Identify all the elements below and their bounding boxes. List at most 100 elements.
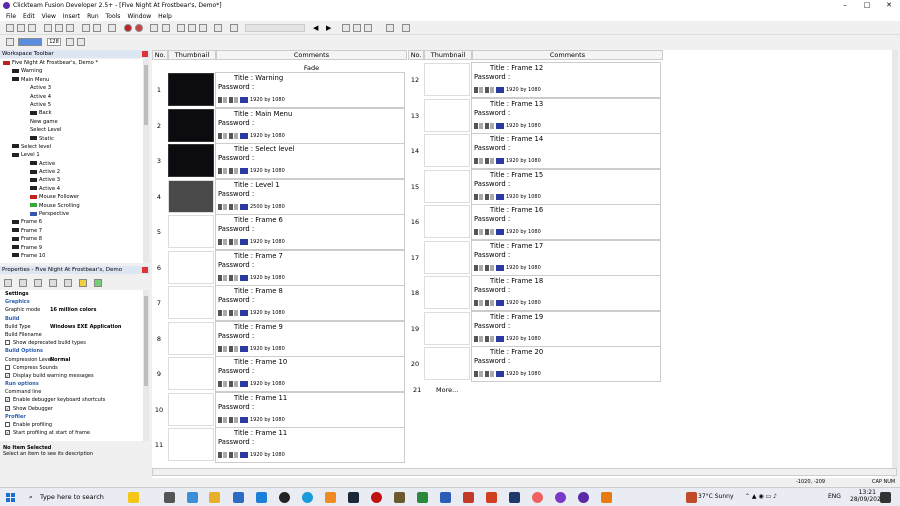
transition-icon[interactable] [234, 203, 238, 210]
frame-resolution[interactable]: 1920 by 1080 [250, 417, 285, 423]
frame-title[interactable]: Title : Warning [234, 74, 283, 82]
tree-item[interactable]: Mouse Scrolling [0, 202, 143, 210]
frame-info[interactable]: Title : Frame 11 Password : 1920 by 1080 [215, 427, 405, 463]
tree-item[interactable]: Warning [0, 67, 143, 75]
frame-info[interactable]: Title : Frame 7 Password : 1920 by 1080 [215, 249, 405, 286]
transition-icon[interactable] [490, 335, 494, 342]
frame-thumbnail[interactable] [424, 169, 470, 203]
find-icon[interactable] [108, 24, 116, 32]
frame-size-icon[interactable] [240, 132, 248, 139]
storyboard-row[interactable]: 11 Title : Frame 11 Password : 1920 by 1080 [152, 427, 408, 463]
frame-thumbnail[interactable] [168, 144, 214, 177]
frame-resolution[interactable]: 1920 by 1080 [250, 310, 285, 316]
frame-size-icon[interactable] [496, 158, 504, 164]
frame-title[interactable]: Title : Frame 9 [234, 323, 283, 331]
frame-thumbnail[interactable] [424, 240, 470, 274]
frame-thumbnail[interactable] [424, 276, 470, 309]
close-panel-icon[interactable] [142, 51, 148, 57]
tab-settings-icon[interactable] [4, 279, 12, 287]
transition-icon[interactable] [490, 193, 494, 200]
snap-icon[interactable] [353, 24, 361, 32]
tree-item[interactable]: Frame 9 [0, 244, 143, 252]
transition-icon[interactable] [234, 168, 238, 174]
frame-password[interactable]: Password : [218, 367, 254, 375]
frame-password[interactable]: Password : [474, 109, 510, 117]
frame-info[interactable]: Title : Frame 12 Password : 1920 by 1080 [471, 62, 661, 98]
transition-icon[interactable] [479, 264, 483, 271]
frame-title[interactable]: Title : Frame 15 [490, 171, 543, 179]
vlc-icon[interactable] [601, 492, 612, 503]
frame-password[interactable]: Password : [218, 225, 254, 233]
view-toggle-icon[interactable] [66, 38, 74, 46]
transition-icon[interactable] [490, 264, 494, 271]
edge-icon[interactable] [187, 492, 198, 503]
transition-icon[interactable] [479, 122, 483, 129]
task-view-icon[interactable] [164, 492, 175, 503]
key-icon[interactable] [6, 38, 14, 46]
tree-item[interactable]: Active 3 [0, 84, 143, 92]
language-indicator[interactable]: ENG [828, 493, 841, 500]
storyboard-row[interactable]: 3 Title : Select level Password : 1920 by 1… [152, 143, 408, 179]
tab-about-icon[interactable] [79, 279, 87, 287]
open-folder-icon[interactable] [17, 24, 25, 32]
frame-password[interactable]: Password : [218, 261, 254, 269]
frame-info[interactable]: Title : Frame 19 Password : 1920 by 1080 [471, 310, 661, 347]
transition-icon[interactable] [479, 229, 483, 235]
storyboard-hscrollbar[interactable] [152, 468, 897, 476]
transition-icon[interactable] [479, 335, 483, 342]
fade-in-icon[interactable] [474, 264, 478, 271]
fade-in-icon[interactable] [474, 300, 478, 306]
frame-thumbnail[interactable] [424, 205, 470, 238]
checkbox[interactable] [5, 422, 10, 427]
property-row[interactable]: Command line [0, 388, 143, 396]
tree-item[interactable]: Active 4 [0, 93, 143, 101]
frame-editor-icon[interactable] [177, 24, 185, 32]
frame-title[interactable]: Title : Main Menu [234, 110, 292, 118]
frame-size-icon[interactable] [496, 371, 504, 377]
frame-info[interactable]: Title : Frame 9 Password : 1920 by 1080 [215, 320, 405, 357]
fade-out-icon[interactable] [229, 381, 233, 387]
storyboard-row[interactable]: 5 Title : Frame 6 Password : 1920 by 1080 [152, 214, 408, 250]
property-row[interactable]: Graphic mode 16 million colors [0, 306, 143, 314]
frame-thumbnail[interactable] [424, 311, 470, 345]
transition-icon[interactable] [223, 203, 227, 210]
transition-icon[interactable] [223, 168, 227, 174]
fade-in-icon[interactable] [218, 345, 222, 352]
storyboard-row[interactable]: 1 Title : Warning Password : 1920 by 1080 [152, 72, 408, 108]
storyboard-row[interactable]: 20 Title : Frame 20 Password : 1920 by 1080 [408, 346, 664, 382]
frame-title[interactable]: Title : Frame 11 [234, 429, 287, 437]
tree-item[interactable]: Frame 6 [0, 218, 143, 226]
storyboard-row[interactable]: 16 Title : Frame 16 Password : 1920 by 1080 [408, 204, 664, 240]
frame-size-icon[interactable] [496, 87, 504, 93]
property-row[interactable]: Build Filename [0, 331, 143, 339]
frame-thumbnail[interactable] [168, 215, 214, 248]
tree-item[interactable]: Select Level [0, 126, 143, 134]
transition-icon[interactable] [234, 239, 238, 245]
frame-info[interactable]: Title : Frame 15 Password : 1920 by 1080 [471, 168, 661, 205]
fade-out-icon[interactable] [485, 87, 489, 93]
copilot-icon[interactable] [128, 492, 139, 503]
frame-size-icon[interactable] [240, 381, 248, 387]
frame-thumbnail[interactable] [168, 428, 214, 461]
frame-title[interactable]: Title : Frame 8 [234, 287, 283, 295]
zoom-value[interactable]: 128 [47, 38, 61, 46]
frame-info[interactable]: Title : Select level Password : 1920 by 10… [215, 143, 405, 179]
tree-item[interactable]: Active 5 [0, 101, 143, 109]
transition-icon[interactable] [490, 122, 494, 129]
transition-icon[interactable] [479, 300, 483, 306]
frame-info[interactable]: Title : Warning Password : 1920 by 1080 [215, 72, 405, 108]
frame-thumbnail[interactable] [168, 73, 214, 106]
fade-out-icon[interactable] [229, 203, 233, 210]
frame-resolution[interactable]: 1920 by 1080 [250, 133, 285, 139]
frame-resolution[interactable]: 1920 by 1080 [250, 346, 285, 352]
frame-title[interactable]: Title : Frame 14 [490, 135, 543, 143]
transition-icon[interactable] [223, 452, 227, 458]
fade-out-icon[interactable] [229, 239, 233, 245]
tree-item[interactable]: Active 2 [0, 168, 143, 176]
tree-item[interactable]: Mouse Follower [0, 193, 143, 201]
frame-size-icon[interactable] [496, 264, 504, 271]
transition-icon[interactable] [223, 274, 227, 281]
fade-out-icon[interactable] [485, 122, 489, 129]
frame-password[interactable]: Password : [218, 119, 254, 127]
fade-in-icon[interactable] [474, 229, 478, 235]
